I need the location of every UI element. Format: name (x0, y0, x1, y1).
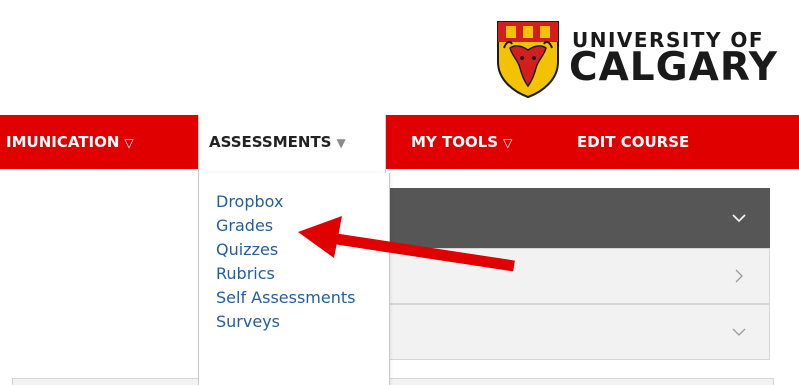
chevron-right-icon[interactable] (731, 268, 747, 284)
nav-item-edit-course[interactable]: EDIT COURSE (577, 115, 689, 169)
nav-item-my-tools[interactable]: MY TOOLS ▽ (411, 115, 512, 169)
course-navbar: IMUNICATION ▽ ASSESSMENTS ▼ MY TOOLS ▽ EDIT… (0, 115, 799, 173)
brand-line-2: CALGARY (569, 45, 778, 90)
content-panel-partial (12, 378, 774, 385)
menu-item-self-assessments[interactable]: Self Assessments (216, 286, 389, 310)
nav-item-assessments[interactable]: ASSESSMENTS ▼ (198, 115, 386, 173)
menu-item-surveys[interactable]: Surveys (216, 310, 389, 334)
nav-item-communication[interactable]: IMUNICATION ▽ (6, 115, 134, 169)
header: UNIVERSITY OF CALGARY (0, 0, 799, 110)
menu-item-dropbox[interactable]: Dropbox (216, 190, 389, 214)
page: UNIVERSITY OF CALGARY IMUNICATION ▽ ASSES… (0, 0, 799, 385)
assessments-dropdown-menu: Dropbox Grades Quizzes Rubrics Self Asse… (198, 173, 390, 385)
caret-down-icon: ▽ (503, 136, 513, 150)
caret-down-icon: ▼ (336, 136, 346, 150)
chevron-down-icon[interactable] (731, 210, 747, 226)
nav-item-label: MY TOOLS (411, 133, 499, 151)
university-crest-icon (497, 21, 559, 98)
chevron-down-icon[interactable] (731, 324, 747, 340)
nav-item-label: IMUNICATION (6, 133, 120, 151)
nav-item-label: EDIT COURSE (577, 133, 690, 151)
nav-item-label: ASSESSMENTS (209, 133, 332, 151)
red-arrow-icon (298, 216, 515, 272)
university-logo[interactable]: UNIVERSITY OF CALGARY (496, 18, 786, 100)
caret-down-icon: ▽ (124, 136, 134, 150)
content-panel-collapsed[interactable] (388, 304, 770, 360)
